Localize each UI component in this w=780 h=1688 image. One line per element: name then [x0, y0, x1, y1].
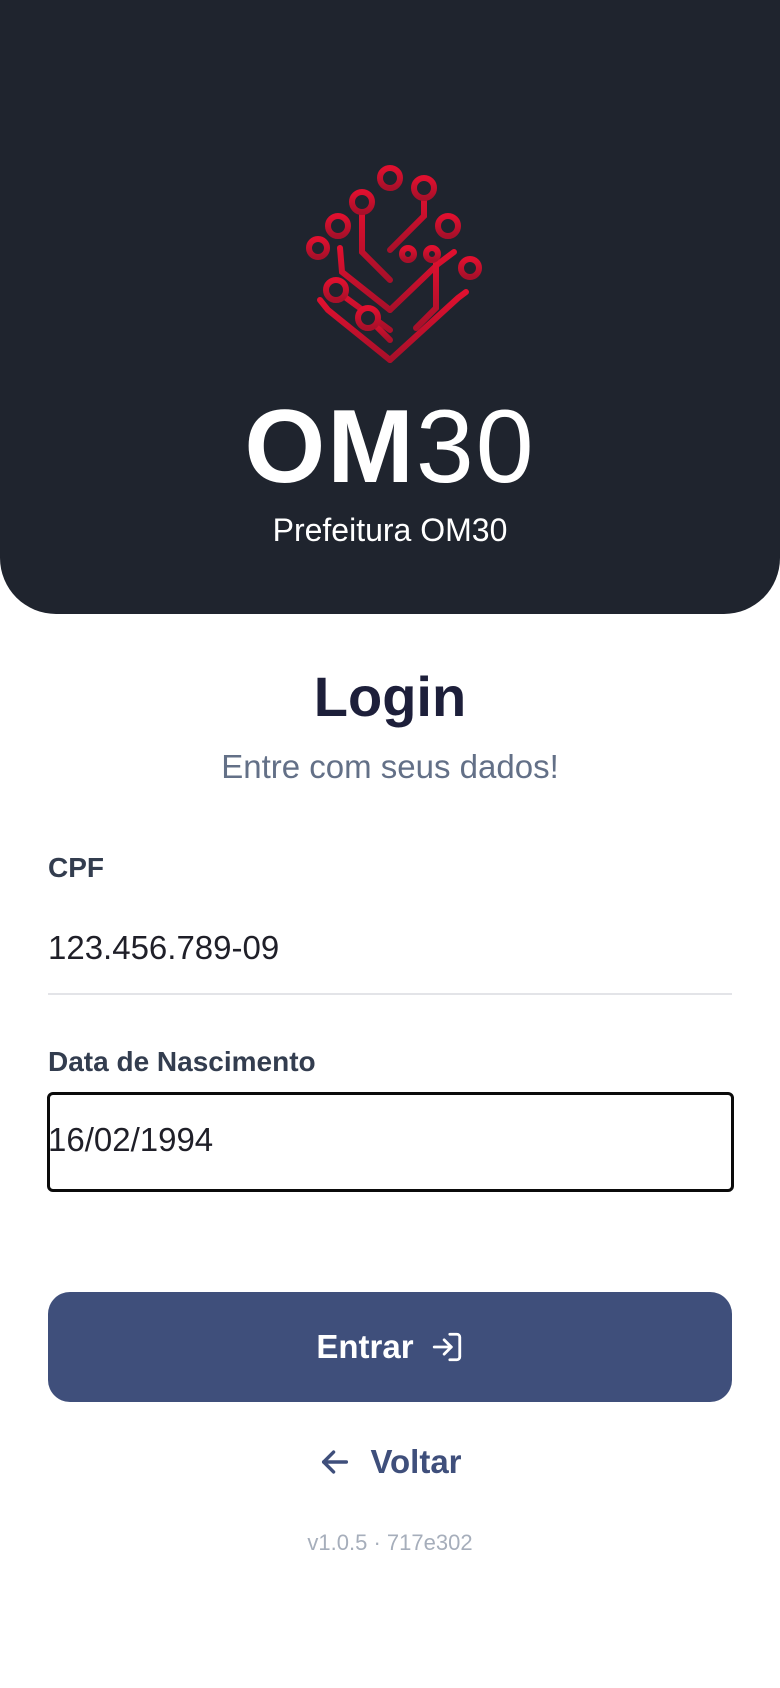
cpf-field-underline [48, 993, 732, 995]
organization-name: Prefeitura OM30 [272, 512, 508, 548]
om30-wordmark: OM30 [244, 389, 536, 505]
arrow-left-icon [322, 1450, 349, 1474]
enter-button[interactable]: Entrar [48, 1292, 732, 1402]
birth-date-value: 16/02/1994 [48, 1121, 214, 1158]
enter-button-label: Entrar [316, 1328, 414, 1365]
header-banner: OM30 Prefeitura OM30 [0, 0, 780, 614]
birth-date-label: Data de Nascimento [48, 1046, 316, 1077]
cpf-label: CPF [48, 852, 104, 883]
page-title: Login [313, 665, 467, 728]
app-version: v1.0.5 · 717e302 [307, 1530, 473, 1555]
tree-logo-icon [306, 165, 482, 386]
cpf-field[interactable]: 123.456.789-09 [48, 926, 279, 970]
page-subtitle: Entre com seus dados! [221, 748, 559, 785]
login-icon [432, 1332, 461, 1362]
back-button-label: Voltar [370, 1443, 462, 1480]
back-button[interactable]: Voltar [0, 1432, 780, 1492]
